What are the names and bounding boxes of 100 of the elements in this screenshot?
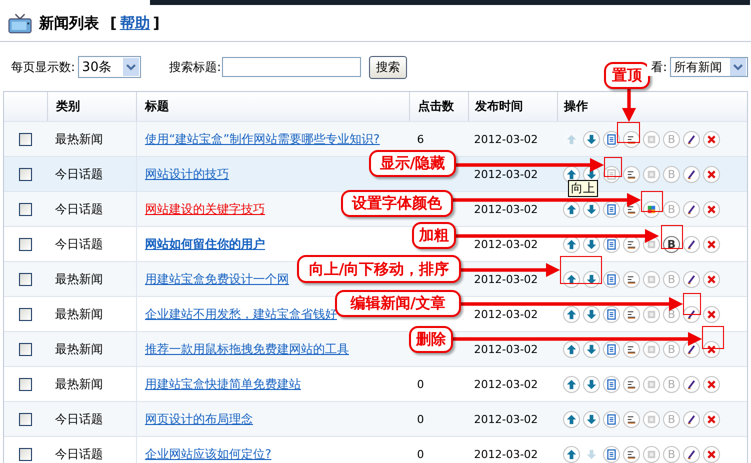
row-checkbox[interactable] (19, 308, 32, 320)
delete-icon[interactable] (703, 410, 720, 428)
date-cell: 2012-03-02 (474, 132, 538, 146)
callout-label: 向上/向下移动，排序 (297, 255, 461, 283)
date-cell: 2012-03-02 (474, 308, 538, 320)
news-title-link[interactable]: 企业网站应该如何定位? (145, 446, 272, 462)
news-title-link[interactable]: 使用“建站宝盒”制作网站需要哪些专业知识? (145, 130, 380, 148)
document-icon[interactable] (603, 166, 620, 182)
delete-icon[interactable] (703, 130, 720, 148)
highlight-frame (683, 293, 701, 315)
help-link[interactable]: 帮助 (120, 14, 150, 32)
row-checkbox[interactable] (19, 238, 32, 250)
pen-icon[interactable] (683, 270, 700, 288)
category-cell: 今日话题 (55, 446, 103, 462)
category-cell: 最热新闻 (55, 376, 103, 392)
align-lines-icon[interactable] (623, 410, 640, 428)
document-icon[interactable] (603, 270, 620, 288)
date-cell: 2012-03-02 (474, 448, 538, 460)
delete-icon[interactable] (703, 200, 720, 218)
document-icon[interactable] (603, 376, 620, 392)
date-cell: 2012-03-02 (474, 342, 538, 356)
delete-icon[interactable] (703, 376, 720, 392)
page-size-select[interactable]: 30条 (78, 56, 142, 78)
highlight-frame (604, 157, 622, 177)
callout-label: 加粗 (412, 222, 456, 249)
news-title-link[interactable]: 网页设计的布局理念 (145, 410, 253, 428)
news-title-link[interactable]: 网站如何留住你的用户 (145, 236, 265, 252)
news-title-link[interactable]: 用建站宝盒快捷简单免费建站 (145, 376, 301, 392)
news-title-link[interactable]: 推荐一款用鼠标拖拽免费建网站的工具 (145, 340, 349, 358)
row-checkbox[interactable] (19, 342, 32, 356)
row-checkbox[interactable] (19, 412, 32, 426)
news-title-link[interactable]: 网站设计的技巧 (145, 166, 229, 182)
align-lines-icon[interactable] (623, 166, 640, 182)
align-lines-icon[interactable] (623, 306, 640, 322)
column-header: 类别 (56, 98, 80, 115)
pen-icon[interactable] (683, 200, 700, 218)
row-checkbox[interactable] (19, 378, 32, 390)
clicks-cell: 0 (417, 412, 424, 426)
pen-icon[interactable] (683, 446, 700, 462)
document-icon[interactable] (603, 410, 620, 428)
delete-icon[interactable] (703, 446, 720, 462)
pen-icon[interactable] (683, 376, 700, 392)
tooltip: 向上 (568, 180, 598, 197)
highlight-frame (661, 225, 683, 249)
category-cell: 最热新闻 (55, 306, 103, 322)
date-cell: 2012-03-02 (474, 412, 538, 426)
row-checkbox[interactable] (19, 448, 32, 460)
category-cell: 今日话题 (55, 236, 103, 252)
pen-icon[interactable] (683, 236, 700, 252)
bracket: ] (152, 14, 160, 32)
news-title-link[interactable]: 企业建站不用发愁，建站宝盒省钱好 (145, 306, 337, 322)
callout-label: 设置字体颜色 (341, 190, 453, 217)
date-cell: 2012-03-02 (474, 202, 538, 216)
date-cell: 2012-03-02 (474, 168, 538, 180)
delete-icon[interactable] (703, 306, 720, 322)
search-field[interactable] (222, 57, 362, 77)
row-checkbox[interactable] (19, 168, 32, 180)
row-checkbox[interactable] (19, 272, 32, 286)
category-cell: 今日话题 (55, 166, 103, 182)
align-lines-icon[interactable] (623, 270, 640, 288)
document-icon[interactable] (603, 306, 620, 322)
delete-icon[interactable] (703, 340, 720, 358)
callout-label: 置顶 (604, 62, 650, 89)
pen-icon[interactable] (683, 410, 700, 428)
news-title-link[interactable]: 用建站宝盒免费设计一个网 (145, 270, 289, 288)
pen-icon[interactable] (683, 306, 700, 322)
delete-icon[interactable] (703, 166, 720, 182)
document-icon[interactable] (603, 446, 620, 462)
arrow (622, 89, 636, 122)
row-checkbox[interactable] (19, 202, 32, 216)
category-cell: 今日话题 (55, 410, 103, 428)
search-label: 搜索标题: (169, 58, 222, 76)
align-lines-icon[interactable] (623, 130, 640, 148)
category-cell: 最热新闻 (55, 270, 103, 288)
filter-select[interactable]: 所有新闻 (670, 57, 748, 77)
callout-label: 编辑新闻/文章 (335, 290, 461, 317)
pen-icon[interactable] (683, 166, 700, 182)
search-button[interactable]: 搜索 (369, 56, 408, 78)
category-cell: 最热新闻 (55, 130, 103, 148)
bold-toggle[interactable]: B (663, 236, 680, 252)
clicks-cell: 6 (417, 132, 424, 146)
document-icon[interactable] (603, 340, 620, 358)
date-cell: 2012-03-02 (474, 238, 538, 250)
highlight-frame (617, 122, 640, 143)
column-header: 操作 (564, 98, 588, 115)
page-title: 新闻列表 (39, 14, 99, 32)
pen-icon[interactable] (683, 130, 700, 148)
delete-icon[interactable] (703, 236, 720, 252)
news-title-link[interactable]: 网站建设的关键字技巧 (145, 200, 265, 218)
category-cell: 最热新闻 (55, 340, 103, 358)
category-cell: 今日话题 (55, 200, 103, 218)
align-lines-icon[interactable] (623, 340, 640, 358)
page-size-label: 每页显示数: (11, 58, 76, 76)
document-icon[interactable] (603, 130, 620, 148)
align-lines-icon[interactable] (623, 376, 640, 392)
row-checkbox[interactable] (19, 132, 32, 146)
align-lines-icon[interactable] (623, 446, 640, 462)
highlight-frame (702, 326, 724, 349)
bracket: [ (110, 14, 117, 32)
delete-icon[interactable] (703, 270, 720, 288)
